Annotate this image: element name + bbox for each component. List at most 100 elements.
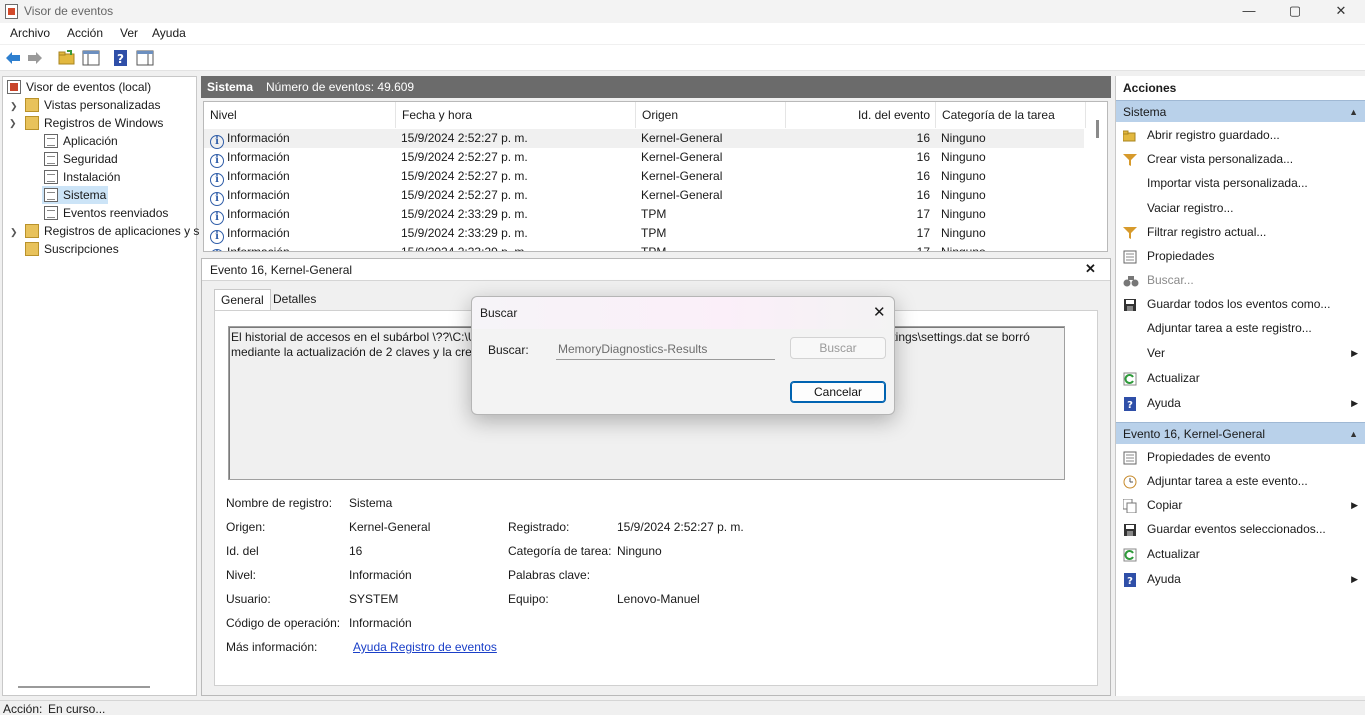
field-label: Usuario: — [226, 592, 271, 606]
action-actualizar[interactable]: Actualizar — [1116, 543, 1365, 565]
tree-item-eventos-reenviados[interactable]: Eventos reenviados — [44, 204, 168, 222]
chevron-right-icon[interactable]: ❯ — [10, 227, 18, 238]
cell-category: Ninguno — [941, 129, 986, 148]
tab-general[interactable]: General — [214, 289, 271, 310]
close-window-button[interactable]: ✕ — [1318, 0, 1364, 23]
action-adjuntar-tarea-a-este-registro[interactable]: Adjuntar tarea a este registro... — [1116, 317, 1365, 339]
cell-text: Información — [227, 131, 290, 145]
cell-text: Kernel-General — [641, 169, 723, 183]
actions-section-event[interactable]: Evento 16, Kernel-General ▲ — [1116, 422, 1365, 444]
action-filtrar-registro-actual[interactable]: Filtrar registro actual... — [1116, 221, 1365, 243]
action-guardar-todos-los-eventos-como[interactable]: Guardar todos los eventos como... — [1116, 293, 1365, 315]
column-header-date[interactable]: Fecha y hora — [396, 102, 636, 128]
action-buscar[interactable]: Buscar... — [1116, 269, 1365, 291]
find-button[interactable]: Buscar — [790, 337, 886, 359]
forward-arrow-icon[interactable] — [26, 49, 44, 67]
table-row[interactable]: i Información 15/9/2024 2:52:27 p. m. Kerne… — [204, 167, 1084, 187]
tree-item-aplicacion[interactable]: Aplicación — [44, 132, 118, 150]
information-icon: i — [210, 135, 224, 149]
cell-text: 16 — [916, 150, 930, 164]
tree-horizontal-scrollbar[interactable] — [18, 686, 150, 688]
tree-item-custom-views[interactable]: Vistas personalizadas — [25, 96, 161, 114]
actions-section-sistema[interactable]: Sistema ▲ — [1116, 100, 1365, 122]
tree-item-instalacion[interactable]: Instalación — [44, 168, 120, 186]
tab-details[interactable]: Detalles — [267, 289, 322, 310]
column-header-event-id[interactable]: Id. del evento — [786, 102, 936, 128]
more-info-link[interactable]: Ayuda Registro de eventos — [353, 640, 497, 654]
tree-item-label: Seguridad — [63, 152, 118, 166]
cell-text: Información — [227, 188, 290, 202]
table-row[interactable]: i Información 15/9/2024 2:52:27 p. m. Kerne… — [204, 186, 1084, 206]
help-icon[interactable]: ? — [112, 49, 130, 67]
event-viewer-icon — [7, 80, 21, 94]
cell-text: 15/9/2024 2:52:27 p. m. — [401, 169, 528, 183]
action-ayuda[interactable]: ? Ayuda ▶ — [1116, 568, 1365, 590]
field-value: 16 — [349, 544, 363, 558]
column-header-task-category[interactable]: Categoría de la tarea — [936, 102, 1086, 128]
action-propiedades-de-evento[interactable]: Propiedades de evento — [1116, 446, 1365, 468]
action-importar-vista-personalizada[interactable]: Importar vista personalizada... — [1116, 172, 1365, 194]
cell-text: 15/9/2024 2:52:27 p. m. — [401, 131, 528, 145]
dialog-close-icon[interactable]: ✕ — [873, 303, 886, 321]
action-guardar-eventos-seleccionados[interactable]: Guardar eventos seleccionados... — [1116, 518, 1365, 540]
action-ayuda[interactable]: ? Ayuda ▶ — [1116, 392, 1365, 414]
action-label: Ver — [1147, 346, 1166, 360]
action-ver[interactable]: Ver ▶ — [1116, 342, 1365, 364]
action-adjuntar-tarea-a-este-evento[interactable]: Adjuntar tarea a este evento... — [1116, 470, 1365, 492]
cell-text: TPM — [641, 207, 667, 221]
cell-date: 15/9/2024 2:52:27 p. m. — [401, 167, 528, 186]
cell-category: Ninguno — [941, 224, 986, 243]
cell-text: 17 — [916, 226, 930, 240]
tree-item-sistema[interactable]: Sistema — [42, 186, 109, 204]
chevron-right-icon[interactable]: ❯ — [10, 101, 18, 112]
close-icon[interactable]: ✕ — [1085, 261, 1096, 277]
table-vertical-scrollbar[interactable] — [1096, 120, 1099, 138]
action-actualizar[interactable]: Actualizar — [1116, 367, 1365, 389]
menu-archivo[interactable]: Archivo — [10, 26, 50, 40]
collapse-triangle-icon[interactable]: ▲ — [1349, 101, 1358, 123]
find-input[interactable] — [556, 338, 775, 360]
svg-text:?: ? — [117, 52, 124, 66]
field-value: Kernel-General — [349, 520, 431, 534]
log-icon — [44, 134, 58, 148]
minimize-button[interactable]: — — [1226, 0, 1272, 23]
chevron-down-icon[interactable]: ❯ — [9, 118, 17, 129]
cancel-button[interactable]: Cancelar — [790, 381, 886, 403]
action-vaciar-registro[interactable]: Vaciar registro... — [1116, 197, 1365, 219]
panel-icon[interactable] — [82, 49, 100, 67]
table-row[interactable]: i Información 15/9/2024 2:52:27 p. m. Kerne… — [204, 129, 1084, 149]
tree-item-label: Suscripciones — [44, 242, 119, 256]
submenu-arrow-icon: ▶ — [1351, 398, 1358, 408]
menu-ver[interactable]: Ver — [120, 26, 138, 40]
tree-item-subscriptions[interactable]: Suscripciones — [25, 240, 119, 258]
svg-text:?: ? — [1127, 576, 1133, 587]
panel2-icon[interactable] — [136, 49, 154, 67]
actions-pane: Acciones Sistema ▲ Abrir registro guarda… — [1115, 76, 1365, 696]
cell-text: Información — [227, 207, 290, 221]
tree-item-root[interactable]: Visor de eventos (local) — [7, 78, 151, 96]
log-icon — [44, 152, 58, 166]
open-folder-icon[interactable] — [58, 49, 76, 67]
maximize-button[interactable]: ▢ — [1272, 0, 1318, 23]
tree-item-apps-logs[interactable]: Registros de aplicaciones y s — [25, 222, 199, 240]
column-header-level[interactable]: Nivel — [204, 102, 396, 128]
cell-id: 16 — [786, 167, 930, 186]
action-abrir-registro-guardado[interactable]: Abrir registro guardado... — [1116, 124, 1365, 146]
log-icon — [44, 206, 58, 220]
back-arrow-icon[interactable] — [4, 49, 22, 67]
tree-item-seguridad[interactable]: Seguridad — [44, 150, 118, 168]
action-crear-vista-personalizada[interactable]: Crear vista personalizada... — [1116, 148, 1365, 170]
table-row[interactable]: i Información 15/9/2024 2:52:27 p. m. Kerne… — [204, 148, 1084, 168]
save-icon — [1123, 522, 1137, 536]
field-label: Más información: — [226, 640, 318, 654]
action-propiedades[interactable]: Propiedades — [1116, 245, 1365, 267]
action-copiar[interactable]: Copiar ▶ — [1116, 494, 1365, 516]
table-row[interactable]: iInformación 15/9/2024 2:33:29 p. m. TPM 17… — [204, 205, 1084, 225]
table-row[interactable]: iInformación 15/9/2024 2:33:29 p. m. TPM 17… — [204, 243, 1084, 251]
tree-item-windows-logs[interactable]: Registros de Windows — [25, 114, 163, 132]
menu-accion[interactable]: Acción — [67, 26, 103, 40]
menu-ayuda[interactable]: Ayuda — [152, 26, 186, 40]
table-row[interactable]: iInformación 15/9/2024 2:33:29 p. m. TPM 17… — [204, 224, 1084, 244]
collapse-triangle-icon[interactable]: ▲ — [1349, 423, 1358, 445]
column-header-source[interactable]: Origen — [636, 102, 786, 128]
